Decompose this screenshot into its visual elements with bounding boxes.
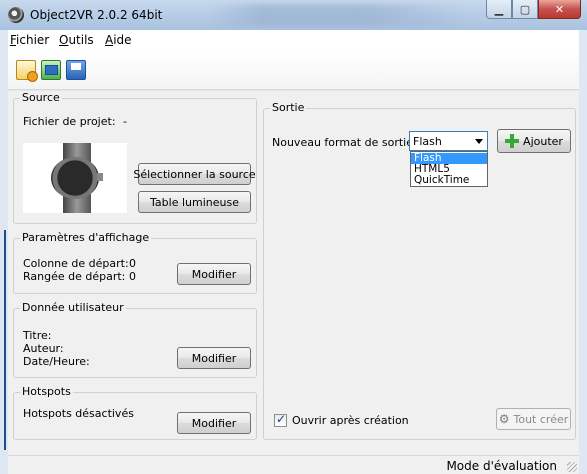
close-button[interactable]: ✕ [538,0,581,19]
menu-fichier[interactable]: Fichier [10,33,49,47]
minimize-button[interactable]: ▁ [486,0,512,19]
caption-buttons: ▁ ▢ ✕ [486,0,581,20]
user-title-label: Titre: [23,329,52,342]
add-output-button[interactable]: Ajouter [497,129,571,153]
watch-crown [97,173,103,181]
open-after-create-checkbox[interactable]: ✓ [274,412,287,427]
start-row-label: Rangée de départ: [23,270,126,283]
create-all-button[interactable]: ⚙ Tout créer [496,408,571,430]
app-window: Object2VR 2.0.2 64bit ▁ ▢ ✕ Fichier Outi… [0,0,587,474]
start-column-label: Colonne de départ: [23,257,129,270]
project-file-value: - [123,115,127,128]
menu-aide[interactable]: Aide [105,33,132,47]
gears-icon: ⚙ [498,412,510,426]
hotspots-status: Hotspots désactivés [23,407,134,420]
plus-icon [505,134,523,148]
display-modify-button[interactable]: Modifier [177,263,251,285]
close-icon: ✕ [554,2,565,16]
user-author-label: Auteur: [23,342,64,355]
status-bar: Mode d'évaluation [8,455,579,474]
app-icon[interactable] [8,7,24,23]
lightbox-button[interactable]: Table lumineuse [138,191,251,213]
minimize-icon: ▁ [494,2,504,16]
output-format-label: Nouveau format de sortie: [272,136,417,149]
open-after-create-label: Ouvrir après création [292,414,409,427]
watch-face [51,157,99,199]
format-option-quicktime[interactable]: QuickTime [411,175,487,186]
output-format-dropdown: Flash HTML5 QuickTime [410,151,488,187]
create-all-label: Tout créer [513,412,569,426]
source-group-title: Source [20,91,62,104]
new-project-icon[interactable] [16,60,38,82]
resize-grip-icon[interactable] [567,462,577,472]
status-text: Mode d'évaluation [446,459,557,473]
display-settings-title: Paramètres d'affichage [20,231,152,244]
window-edge-highlight [4,230,6,450]
output-format-value: Flash [413,135,442,148]
project-file-label: Fichier de projet: [23,115,116,128]
start-row-value: 0 [129,270,136,283]
hotspots-modify-button[interactable]: Modifier [177,412,251,434]
open-project-icon[interactable] [41,60,61,80]
add-output-label: Ajouter [523,134,563,148]
output-group: Sortie Nouveau format de sortie: Flash F… [263,101,576,440]
maximize-icon: ▢ [519,2,531,16]
maximize-button[interactable]: ▢ [512,0,538,19]
checkmark-icon: ✓ [276,412,287,426]
output-title: Sortie [270,101,307,114]
hotspots-title: Hotspots [20,385,73,398]
display-settings-group: Paramètres d'affichage Colonne de départ… [13,231,257,294]
menu-bar: Fichier Outils Aide [8,30,579,50]
title-bar-glass [210,4,470,26]
hotspots-group: Hotspots Hotspots désactivés Modifier [13,385,257,440]
window-title: Object2VR 2.0.2 64bit [30,8,163,22]
start-column-value: 0 [129,257,136,270]
main-panel: Source Fichier de projet: - Sélectionner… [8,91,579,455]
output-format-select[interactable]: Flash [409,131,488,151]
select-source-button[interactable]: Sélectionner la source [133,163,256,185]
save-project-icon[interactable] [66,60,86,80]
user-data-title: Donnée utilisateur [20,301,126,314]
source-thumbnail [23,143,127,213]
source-group: Source Fichier de projet: - Sélectionner… [13,91,257,224]
toolbar [8,50,579,90]
title-bar[interactable]: Object2VR 2.0.2 64bit ▁ ▢ ✕ [0,0,587,30]
menu-outils[interactable]: Outils [59,33,94,47]
user-data-group: Donnée utilisateur Titre: Auteur: Date/H… [13,301,257,378]
user-date-label: Date/Heure: [23,355,90,368]
user-data-modify-button[interactable]: Modifier [177,347,251,369]
chevron-down-icon [475,139,483,144]
